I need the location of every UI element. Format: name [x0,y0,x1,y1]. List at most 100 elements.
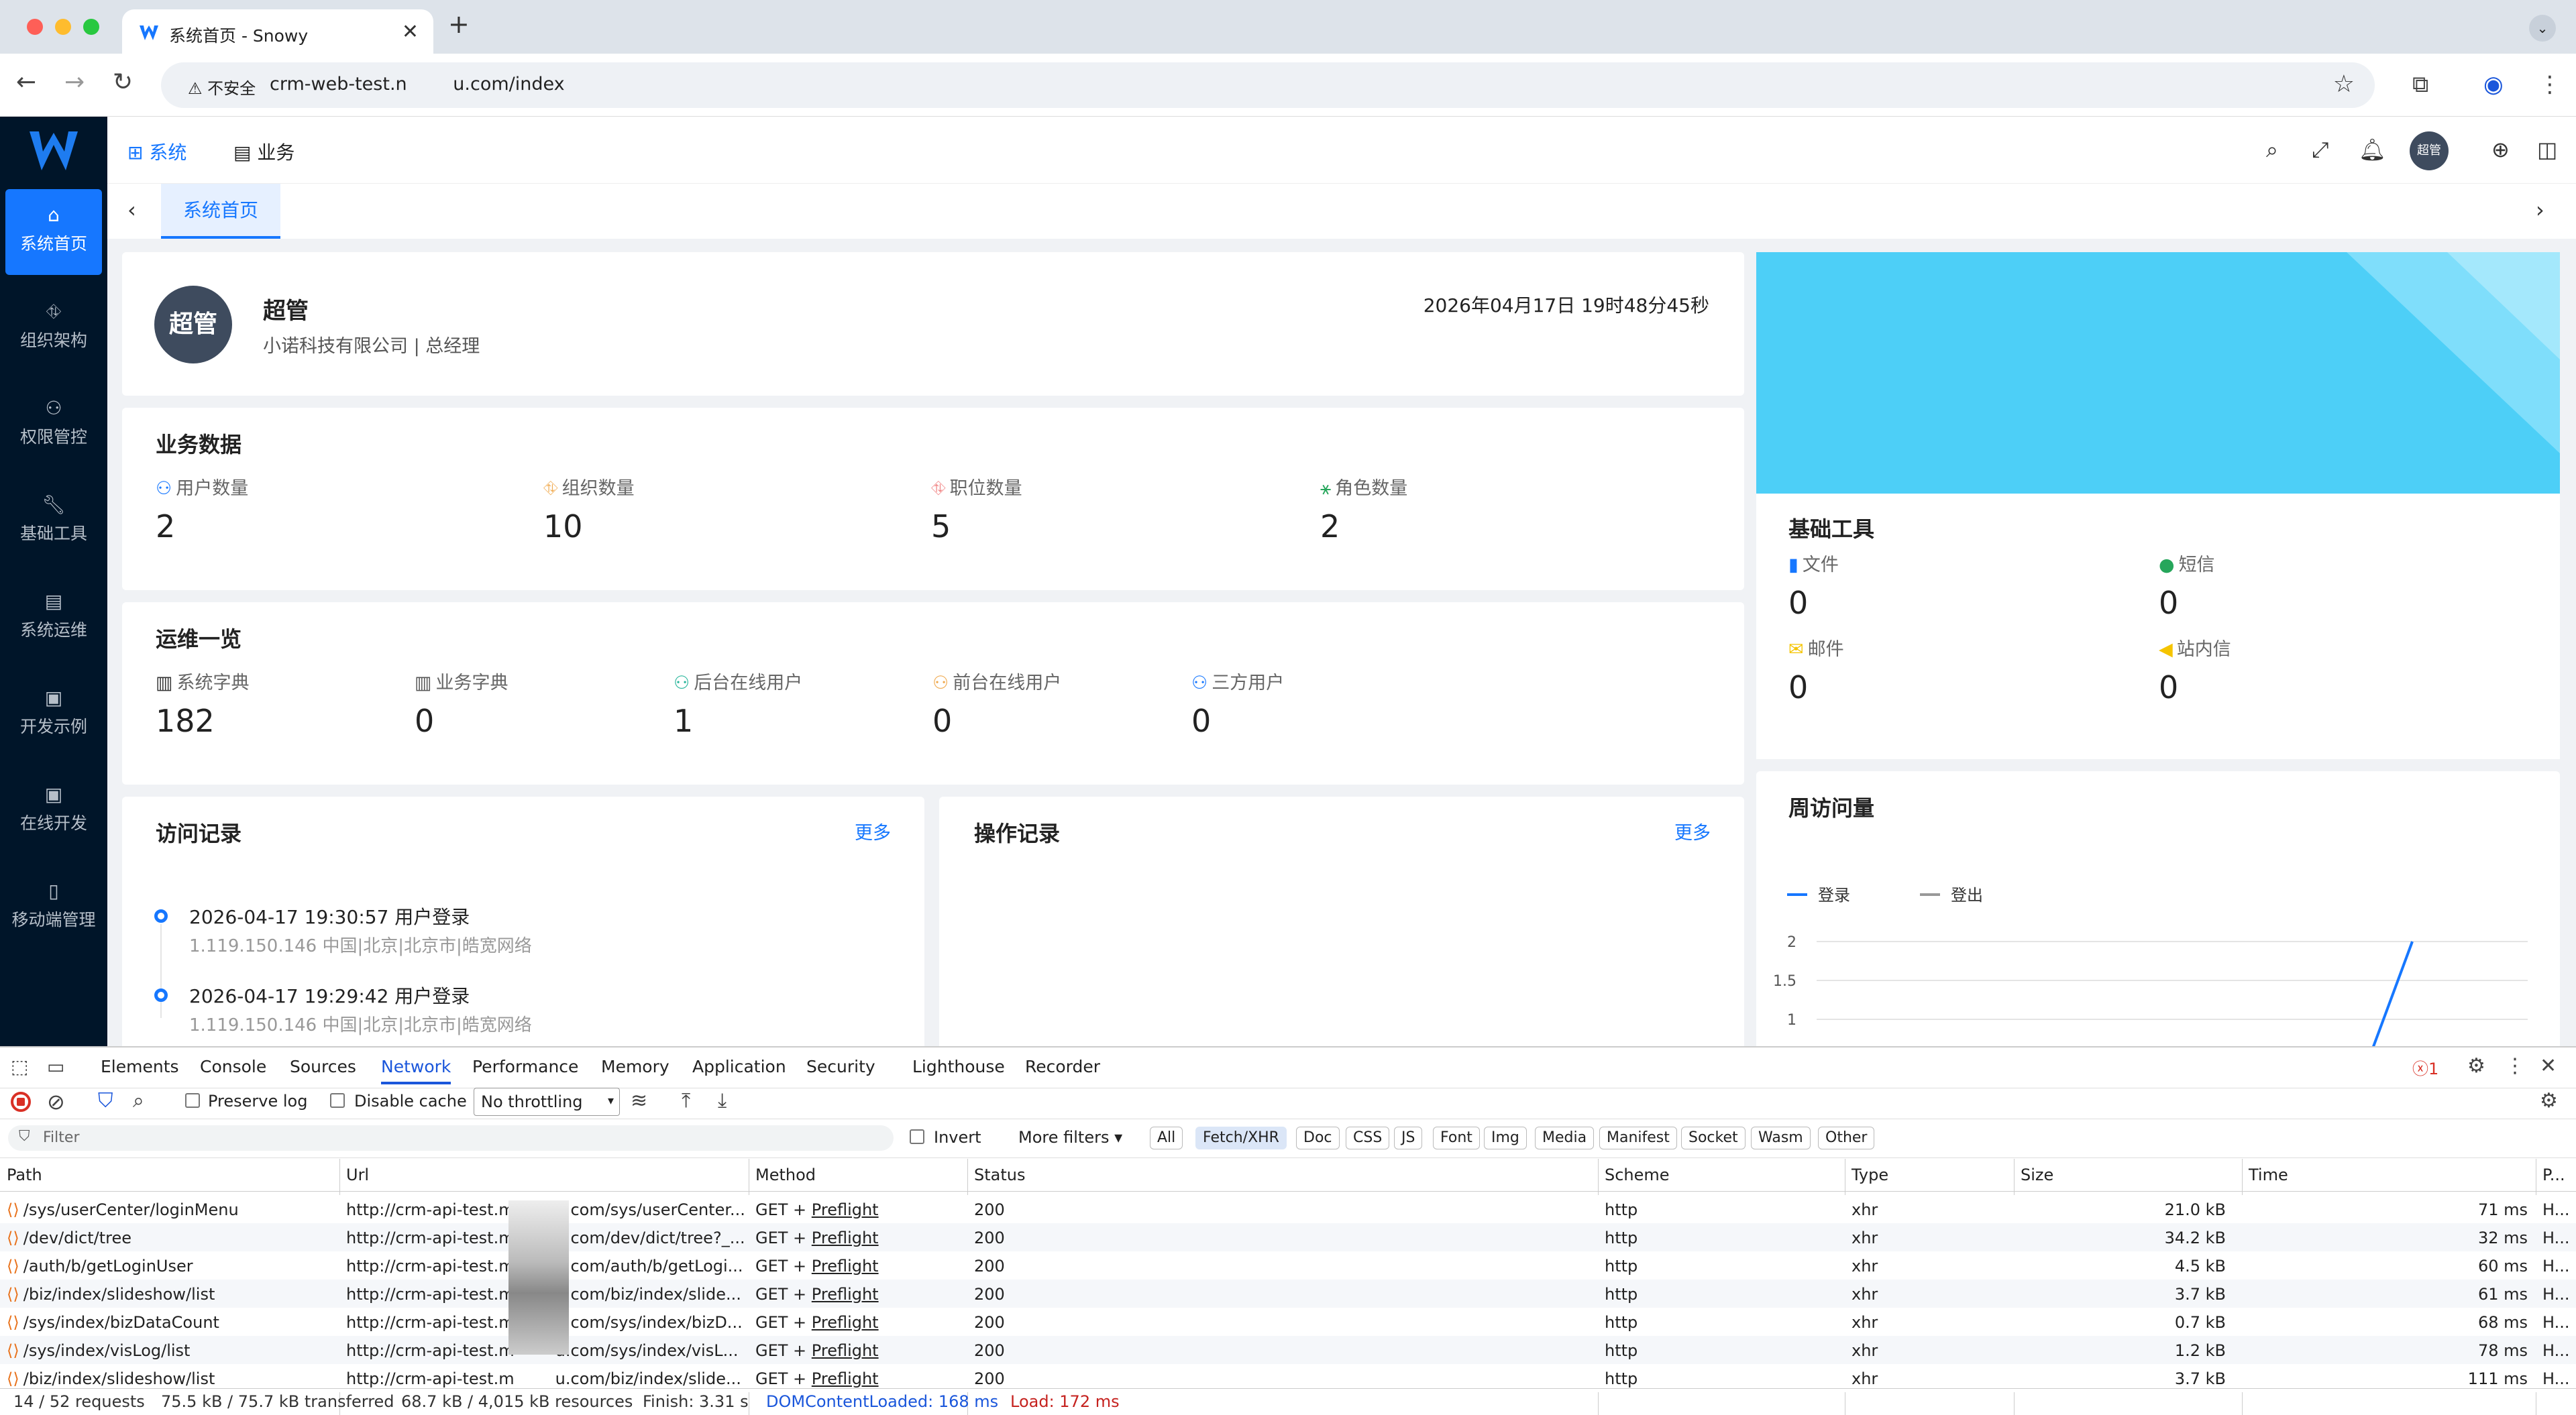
network-settings-gear-icon[interactable]: ⚙ [2540,1089,2558,1113]
more-filters-dropdown[interactable]: More filters ▾ [1018,1128,1122,1147]
browser-tab[interactable]: 系统首页 - Snowy ✕ [122,9,433,54]
language-globe-icon[interactable]: ⊕ [2491,137,2510,162]
type-filter-font[interactable]: Font [1433,1127,1480,1149]
column-header[interactable]: Time [2249,1166,2288,1184]
devtools-tab-lighthouse[interactable]: Lighthouse [912,1057,1005,1076]
user-avatar[interactable]: 超管 [2410,131,2449,170]
layout-icon[interactable]: ◫ [2537,137,2557,162]
new-tab-button[interactable]: + [448,9,470,39]
legend-login[interactable]: 登录 [1818,886,1850,905]
devtools-tab-memory[interactable]: Memory [601,1057,669,1076]
column-header[interactable]: Path [7,1166,42,1184]
maximize-window-button[interactable] [83,19,99,35]
type-filter-media[interactable]: Media [1535,1127,1595,1149]
column-header[interactable]: Scheme [1605,1166,1670,1184]
bookmark-star-icon[interactable]: ☆ [2333,70,2355,98]
network-request-row[interactable]: ⟨⟩/dev/dict/tree http://crm-api-test.m u.… [0,1223,2576,1251]
preserve-log-checkbox[interactable] [185,1093,200,1108]
type-filter-fetch-xhr[interactable]: Fetch/XHR [1195,1127,1287,1149]
preflight-link[interactable]: Preflight [812,1229,879,1247]
column-header[interactable]: Method [755,1166,816,1184]
column-header[interactable]: Type [1851,1166,1888,1184]
network-conditions-icon[interactable]: ≋ [631,1089,647,1113]
network-request-row[interactable]: ⟨⟩/biz/index/slideshow/list http://crm-ap… [0,1280,2576,1308]
browser-menu-icon[interactable]: ⋮ [2538,71,2561,98]
preflight-link[interactable]: Preflight [812,1200,879,1219]
invert-checkbox[interactable] [910,1129,924,1144]
device-toolbar-icon[interactable]: ▭ [47,1056,64,1078]
filter-funnel-icon[interactable]: ⛉ [98,1089,113,1113]
visit-log-more-link[interactable]: 更多 [855,818,891,844]
preflight-link[interactable]: Preflight [812,1313,879,1332]
preflight-link[interactable]: Preflight [812,1369,879,1388]
tab-search-chevron-icon[interactable]: ⌄ [2529,15,2556,42]
type-filter-wasm[interactable]: Wasm [1751,1127,1811,1149]
preflight-link[interactable]: Preflight [812,1257,879,1276]
page-tab-home[interactable]: 系统首页 [161,184,280,239]
operation-log-more-link[interactable]: 更多 [1674,818,1711,844]
minimize-window-button[interactable] [55,19,71,35]
type-filter-img[interactable]: Img [1484,1127,1527,1149]
url-text[interactable]: crm-web-test.n u.com/index [270,74,565,95]
column-header[interactable]: P... [2542,1166,2565,1184]
fullscreen-icon[interactable]: ⤢ [2312,137,2329,163]
legend-logout[interactable]: 登出 [1951,886,1983,905]
module-business[interactable]: ▤ 业务 [233,138,294,165]
error-count-badge[interactable]: ⓧ1 [2412,1056,2438,1079]
preflight-link[interactable]: Preflight [812,1341,879,1360]
search-network-icon[interactable]: ⌕ [133,1089,144,1113]
devtools-tab-sources[interactable]: Sources [290,1057,356,1076]
devtools-tab-performance[interactable]: Performance [472,1057,578,1076]
disable-cache-checkbox[interactable] [330,1093,345,1108]
throttling-select[interactable]: No throttling ▾ [474,1088,620,1116]
address-bar[interactable]: ⚠ 不安全 crm-web-test.n u.com/index ☆ [161,62,2375,108]
type-filter-css[interactable]: CSS [1346,1127,1390,1149]
extensions-icon[interactable]: ⧉ [2412,71,2428,98]
network-request-row[interactable]: ⟨⟩/sys/index/visLog/list http://crm-api-t… [0,1336,2576,1364]
tabs-scroll-right-icon[interactable]: › [2536,197,2544,223]
sidebar-item-5[interactable]: ▣ 开发示例 [5,672,102,758]
search-icon[interactable]: ⌕ [2266,137,2278,163]
devtools-tab-elements[interactable]: Elements [101,1057,179,1076]
sidebar-item-1[interactable]: ⛗ 组织架构 [5,286,102,372]
import-har-icon[interactable]: ⤒ [682,1089,690,1113]
devtools-tab-network[interactable]: Network [381,1057,451,1084]
devtools-menu-icon[interactable]: ⋮ [2505,1054,2525,1078]
network-request-row[interactable]: ⟨⟩/auth/b/getLoginUser http://crm-api-tes… [0,1251,2576,1280]
type-filter-manifest[interactable]: Manifest [1599,1127,1677,1149]
column-header[interactable]: Url [346,1166,369,1184]
devtools-tab-security[interactable]: Security [806,1057,875,1076]
devtools-settings-gear-icon[interactable]: ⚙ [2467,1054,2485,1078]
devtools-tab-recorder[interactable]: Recorder [1025,1057,1100,1076]
security-warning[interactable]: ⚠ 不安全 [188,75,256,99]
network-request-row[interactable]: ⟨⟩/sys/index/bizDataCount http://crm-api-… [0,1308,2576,1336]
close-tab-icon[interactable]: ✕ [402,20,419,44]
type-filter-js[interactable]: JS [1394,1127,1423,1149]
bell-icon[interactable]: 🔔︎ [2359,137,2386,162]
clear-log-icon[interactable]: ⊘ [47,1089,65,1115]
sidebar-item-2[interactable]: ⚇ 权限管控 [5,382,102,468]
sidebar-item-4[interactable]: ▤ 系统运维 [5,575,102,661]
inspect-element-icon[interactable]: ⬚ [11,1056,28,1078]
devtools-tab-application[interactable]: Application [692,1057,786,1076]
column-header[interactable]: Status [974,1166,1025,1184]
sidebar-item-7[interactable]: ▯ 移动端管理 [5,865,102,951]
type-filter-all[interactable]: All [1150,1127,1183,1149]
profile-icon[interactable]: ◉ [2483,71,2504,98]
export-har-icon[interactable]: ⤓ [718,1089,727,1113]
reload-icon[interactable]: ↻ [113,68,133,96]
type-filter-other[interactable]: Other [1818,1127,1875,1149]
devtools-tab-console[interactable]: Console [200,1057,266,1076]
network-request-row[interactable]: ⟨⟩/sys/userCenter/loginMenu http://crm-ap… [0,1195,2576,1223]
devtools-close-icon[interactable]: ✕ [2540,1054,2557,1078]
sidebar-item-3[interactable]: 🔧︎ 基础工具 [5,479,102,565]
module-system[interactable]: ⊞ 系统 [127,138,186,165]
preflight-link[interactable]: Preflight [812,1285,879,1304]
tabs-scroll-left-icon[interactable]: ‹ [127,197,136,223]
slideshow-banner[interactable] [1756,252,2560,494]
type-filter-socket[interactable]: Socket [1681,1127,1746,1149]
sidebar-item-0[interactable]: ⌂ 系统首页 [5,189,102,275]
back-arrow-icon[interactable]: ← [16,68,36,96]
sidebar-item-6[interactable]: ▣ 在线开发 [5,769,102,854]
forward-arrow-icon[interactable]: → [64,68,85,96]
